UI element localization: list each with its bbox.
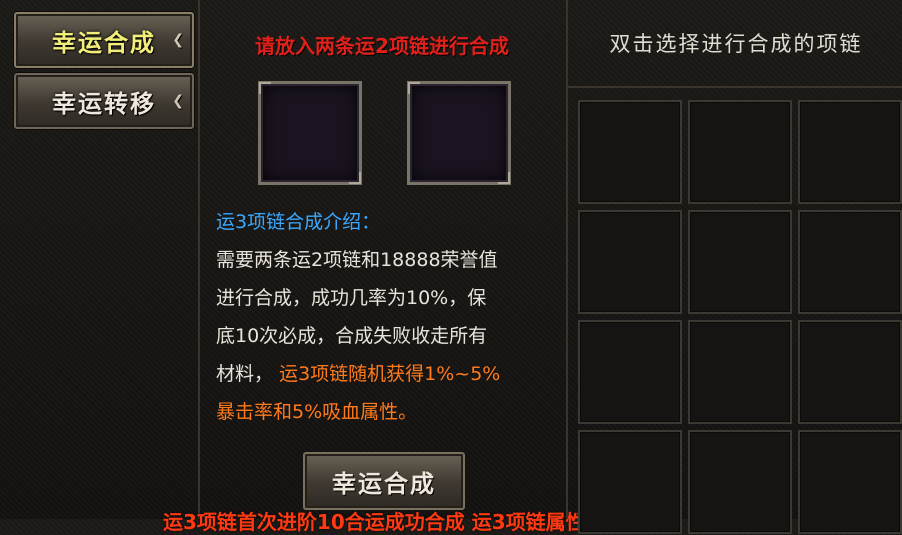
inventory-header: 双击选择进行合成的项链 — [568, 0, 902, 88]
tab-lucky-fusion[interactable]: 幸运合成 ❮ — [14, 12, 194, 68]
tab-lucky-fusion-label: 幸运合成 — [52, 28, 156, 57]
description-highlight: 暴击率和5%吸血属性。 — [216, 401, 418, 423]
material-slot-1[interactable] — [258, 81, 362, 185]
description-line: 进行合成，成功几率为10%，保 — [216, 287, 487, 309]
inventory-slot[interactable] — [798, 210, 902, 314]
necklace-inventory: 双击选择进行合成的项链 — [566, 0, 902, 534]
inventory-slot[interactable] — [798, 100, 902, 204]
description-line: 底10次必成，合成失败收走所有 — [216, 325, 488, 347]
inventory-slot[interactable] — [688, 210, 792, 314]
inventory-slot[interactable] — [688, 320, 792, 424]
tab-lucky-transfer[interactable]: 幸运转移 ❮ — [14, 73, 194, 129]
fusion-description: 运3项链合成介绍： 需要两条运2项链和18888荣誉值 进行合成，成功几率为10… — [216, 203, 561, 431]
inventory-slot[interactable] — [798, 320, 902, 424]
chevron-left-icon: ❮ — [172, 32, 184, 48]
description-line: 需要两条运2项链和18888荣誉值 — [216, 249, 498, 271]
inventory-slot[interactable] — [578, 100, 682, 204]
inventory-slot[interactable] — [798, 430, 902, 534]
description-title: 运3项链合成介绍： — [216, 211, 381, 233]
fusion-panel: 请放入两条运2项链进行合成 运3项链合成介绍： 需要两条运2项链和18888荣誉… — [200, 0, 564, 519]
description-text: 材料， — [216, 363, 274, 385]
fusion-prompt: 请放入两条运2项链进行合成 — [255, 34, 509, 58]
description-highlight: 运3项链随机获得1%~5% — [279, 363, 501, 385]
description-line: 材料， 运3项链随机获得1%~5% — [216, 355, 561, 393]
chevron-left-icon: ❮ — [172, 93, 184, 109]
inventory-slot[interactable] — [688, 100, 792, 204]
inventory-slot[interactable] — [578, 320, 682, 424]
lucky-fusion-button[interactable]: 幸运合成 — [303, 452, 465, 510]
tab-column: 幸运合成 ❮ 幸运转移 ❮ — [0, 0, 200, 519]
inventory-slot[interactable] — [578, 430, 682, 534]
inventory-slot[interactable] — [688, 430, 792, 534]
inventory-slot[interactable] — [578, 210, 682, 314]
tab-lucky-transfer-label: 幸运转移 — [52, 89, 156, 118]
material-slot-2[interactable] — [407, 81, 511, 185]
